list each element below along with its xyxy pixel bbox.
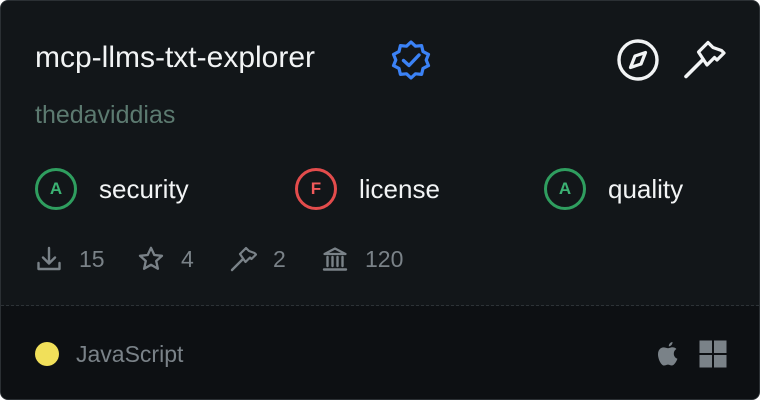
score-license[interactable]: F license [295, 166, 440, 212]
server-title[interactable]: mcp-llms-txt-explorer [35, 40, 315, 76]
hammer-icon [230, 246, 257, 272]
score-label: quality [608, 173, 684, 204]
hammer-icon[interactable] [681, 38, 727, 82]
compass-icon[interactable] [615, 38, 661, 82]
score-security[interactable]: A security [35, 166, 189, 212]
score-label: license [359, 173, 440, 204]
bank-icon [322, 247, 348, 271]
stat-downloads: 15 [35, 244, 105, 274]
language-color-dot [35, 342, 59, 366]
grade-badge: F [295, 168, 337, 210]
star-icon [138, 246, 164, 270]
stat-value: 2 [273, 245, 286, 272]
stat-institution: 120 [321, 244, 403, 274]
download-icon [37, 246, 61, 271]
verified-badge-icon [391, 40, 431, 80]
stat-value: 4 [181, 245, 194, 272]
stat-value: 15 [79, 245, 105, 272]
grade-badge: A [544, 168, 586, 210]
server-card[interactable]: mcp-llms-txt-explorer thedaviddias A sec… [0, 0, 760, 400]
stat-stars: 4 [137, 244, 194, 274]
language-label: JavaScript [76, 341, 184, 367]
score-label: security [99, 173, 189, 204]
stat-tools: 2 [229, 244, 286, 274]
score-quality[interactable]: A quality [544, 166, 683, 212]
stat-value: 120 [365, 245, 404, 272]
author-link[interactable]: thedaviddias [35, 100, 175, 130]
grade-badge: A [35, 168, 77, 210]
apple-icon [658, 342, 678, 366]
windows-icon [699, 340, 727, 368]
